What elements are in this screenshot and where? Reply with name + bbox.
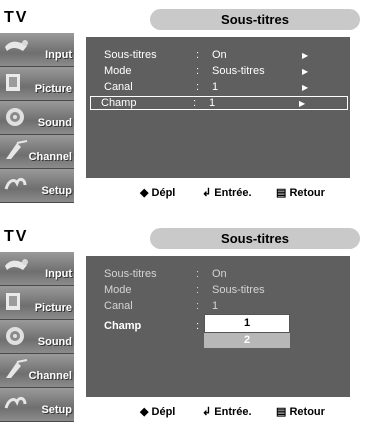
- sidebar-item-label: Picture: [34, 302, 72, 314]
- dropdown-option[interactable]: 2: [204, 333, 290, 348]
- return-hint-label: Retour: [289, 406, 325, 418]
- sidebar-item-label: Input: [45, 49, 72, 61]
- row-value: 1: [209, 97, 216, 109]
- row-colon: :: [196, 81, 200, 93]
- enter-hint: ↲ Entrée.: [202, 186, 252, 199]
- row-value: Sous-titres: [212, 284, 265, 296]
- row-colon: :: [196, 268, 200, 280]
- move-hint: ◆ Dépl: [140, 187, 176, 199]
- row-label: Sous-titres: [104, 268, 157, 280]
- row-value: On: [212, 49, 227, 61]
- footer-hints: ◆ Dépl ↲ Entrée. ▤ Retour: [86, 400, 350, 424]
- row-colon: :: [193, 97, 197, 109]
- return-hint-label: Retour: [289, 187, 325, 199]
- menu-row-champ-selected[interactable]: Champ : 1 ▶: [90, 96, 348, 110]
- arrow-right-icon: ▶: [302, 83, 309, 92]
- setup-icon: [4, 396, 27, 409]
- input-icon: [5, 259, 28, 270]
- enter-hint-label: Entrée.: [214, 406, 252, 418]
- menu-row-mode[interactable]: Mode : Sous-titres ▶: [90, 65, 346, 79]
- menu-row-canal[interactable]: Canal : 1 ▶: [90, 81, 346, 95]
- speaker-icon: [6, 108, 24, 126]
- menu-content: Sous-titres : On ▶ Mode : Sous-titres ▶ …: [86, 37, 350, 178]
- menu-screen-bottom: TV Sous-titres Input Picture Sound Chann…: [0, 224, 365, 424]
- sidebar-item-setup[interactable]: Setup: [0, 169, 74, 203]
- menu-header: TV Sous-titres: [0, 224, 365, 250]
- arrow-right-icon: ▶: [302, 51, 309, 60]
- sidebar-item-label: Setup: [41, 185, 72, 197]
- sidebar-item-picture[interactable]: Picture: [0, 286, 74, 320]
- row-value: On: [212, 268, 227, 280]
- speaker-icon: [6, 327, 24, 345]
- antenna-icon: [6, 140, 28, 159]
- menu-row-mode: Mode : Sous-titres: [90, 284, 346, 298]
- menu-screen-top: TV Sous-titres Input Picture Sound Chann…: [0, 5, 365, 205]
- row-label: Mode: [104, 65, 132, 77]
- sidebar-item-input[interactable]: Input: [0, 33, 74, 67]
- tv-label: TV: [4, 228, 29, 245]
- enter-icon: ↲: [202, 187, 212, 199]
- move-hint: ◆ Dépl: [140, 406, 176, 418]
- dropdown-selected-option[interactable]: 1: [204, 314, 290, 333]
- row-label: Canal: [104, 81, 133, 93]
- menu-row-sous-titres[interactable]: Sous-titres : On ▶: [90, 49, 346, 63]
- sidebar: Input Picture Sound Channel Setup: [0, 252, 74, 424]
- sidebar-item-channel[interactable]: Channel: [0, 135, 74, 169]
- picture-icon: [6, 74, 20, 91]
- picture-icon: [6, 293, 20, 310]
- row-colon: :: [196, 49, 200, 61]
- sidebar-item-input[interactable]: Input: [0, 252, 74, 286]
- setup-icon: [4, 177, 27, 190]
- antenna-icon: [6, 359, 28, 378]
- row-colon: :: [196, 65, 200, 77]
- enter-hint-label: Entrée.: [214, 187, 252, 199]
- return-hint: ▤ Retour: [276, 186, 325, 199]
- sidebar: Input Picture Sound Channel Setup: [0, 33, 74, 205]
- sidebar-item-setup[interactable]: Setup: [0, 388, 74, 422]
- sidebar-item-label: Picture: [34, 83, 72, 95]
- sidebar-item-sound[interactable]: Sound: [0, 320, 74, 354]
- sidebar-item-channel[interactable]: Channel: [0, 354, 74, 388]
- menu-content: Sous-titres : On Mode : Sous-titres Cana…: [86, 256, 350, 397]
- sidebar-item-label: Channel: [28, 370, 72, 382]
- menu-row-sous-titres: Sous-titres : On: [90, 268, 346, 282]
- sidebar-item-label: Setup: [41, 404, 72, 416]
- enter-icon: ↲: [202, 406, 212, 418]
- sidebar-item-label: Channel: [28, 151, 72, 163]
- sidebar-item-label: Input: [45, 268, 72, 280]
- row-value: 1: [212, 300, 219, 312]
- sidebar-item-label: Sound: [37, 336, 72, 348]
- arrow-right-icon: ▶: [302, 67, 309, 76]
- row-label: Canal: [104, 300, 133, 312]
- row-value: 1: [212, 81, 219, 93]
- row-label: Champ: [101, 97, 137, 109]
- return-icon: ▤: [276, 187, 287, 199]
- row-label: Mode: [104, 284, 132, 296]
- arrow-right-icon: ▶: [299, 99, 306, 108]
- input-icon: [5, 40, 28, 51]
- menu-row-canal: Canal : 1: [90, 300, 346, 314]
- footer-hints: ◆ Dépl ↲ Entrée. ▤ Retour: [86, 181, 350, 205]
- row-label: Sous-titres: [104, 49, 157, 61]
- menu-title: Sous-titres: [150, 228, 360, 249]
- sidebar-item-picture[interactable]: Picture: [0, 67, 74, 101]
- row-colon: :: [196, 320, 200, 332]
- row-colon: :: [196, 300, 200, 312]
- menu-title: Sous-titres: [150, 9, 360, 30]
- return-hint: ▤ Retour: [276, 405, 325, 418]
- row-value: Sous-titres: [212, 65, 265, 77]
- sidebar-item-sound[interactable]: Sound: [0, 101, 74, 135]
- enter-hint: ↲ Entrée.: [202, 405, 252, 418]
- tv-label: TV: [4, 9, 29, 26]
- row-label: Champ: [104, 320, 142, 332]
- menu-header: TV Sous-titres: [0, 5, 365, 31]
- sidebar-item-label: Sound: [37, 117, 72, 129]
- row-colon: :: [196, 284, 200, 296]
- return-icon: ▤: [276, 406, 287, 418]
